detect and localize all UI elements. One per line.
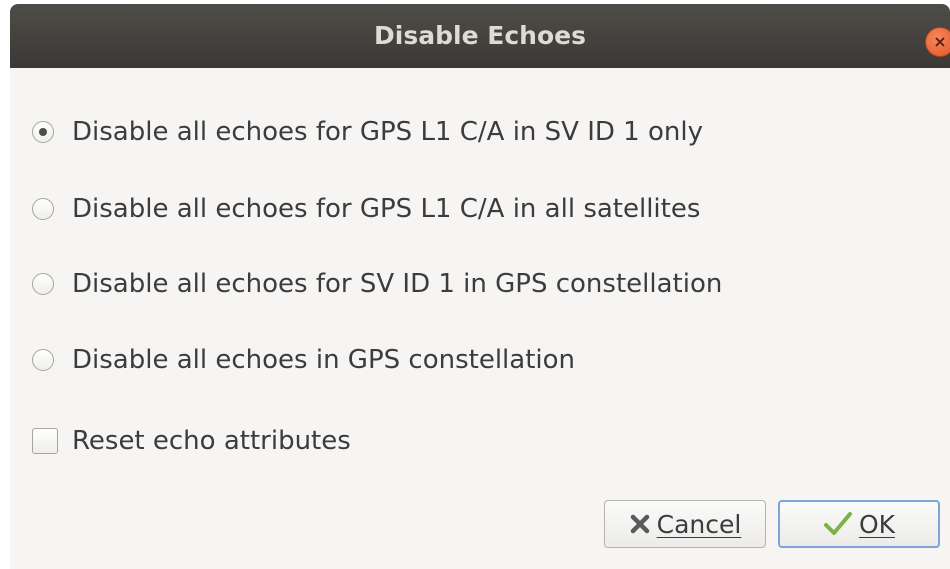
cancel-button[interactable]: Cancel <box>604 500 766 548</box>
close-button[interactable]: × <box>925 27 950 57</box>
dialog-title: Disable Echoes <box>374 21 586 50</box>
option-sv-id-1-only[interactable]: Disable all echoes for GPS L1 C/A in SV … <box>32 112 703 152</box>
title-bar[interactable]: Disable Echoes × <box>10 4 950 68</box>
ok-button[interactable]: OK <box>778 500 940 548</box>
reset-echo-attributes-option[interactable]: Reset echo attributes <box>32 421 351 461</box>
radio-button[interactable] <box>32 273 54 295</box>
checkbox-label: Reset echo attributes <box>72 426 351 456</box>
cancel-label: Cancel <box>656 509 742 539</box>
option-label: Disable all echoes for GPS L1 C/A in SV … <box>72 117 703 147</box>
option-label: Disable all echoes in GPS constellation <box>72 345 576 375</box>
x-icon <box>629 513 651 535</box>
checkmark-icon <box>823 511 853 537</box>
radio-button-selected[interactable] <box>32 121 54 143</box>
radio-button[interactable] <box>32 198 54 220</box>
reset-echo-attributes-checkbox[interactable] <box>32 428 58 454</box>
dialog-body: Disable all echoes for GPS L1 C/A in SV … <box>10 68 950 569</box>
option-label: Disable all echoes for GPS L1 C/A in all… <box>72 194 701 224</box>
ok-label: OK <box>858 509 896 539</box>
close-icon: × <box>933 32 947 51</box>
option-label: Disable all echoes for SV ID 1 in GPS co… <box>72 269 723 299</box>
option-all-satellites[interactable]: Disable all echoes for GPS L1 C/A in all… <box>32 189 700 229</box>
option-sv-id-1-constellation[interactable]: Disable all echoes for SV ID 1 in GPS co… <box>32 264 722 304</box>
radio-button[interactable] <box>32 349 54 371</box>
dialog-window: Disable Echoes × Disable all echoes for … <box>0 0 950 569</box>
option-all-constellation[interactable]: Disable all echoes in GPS constellation <box>32 340 575 380</box>
